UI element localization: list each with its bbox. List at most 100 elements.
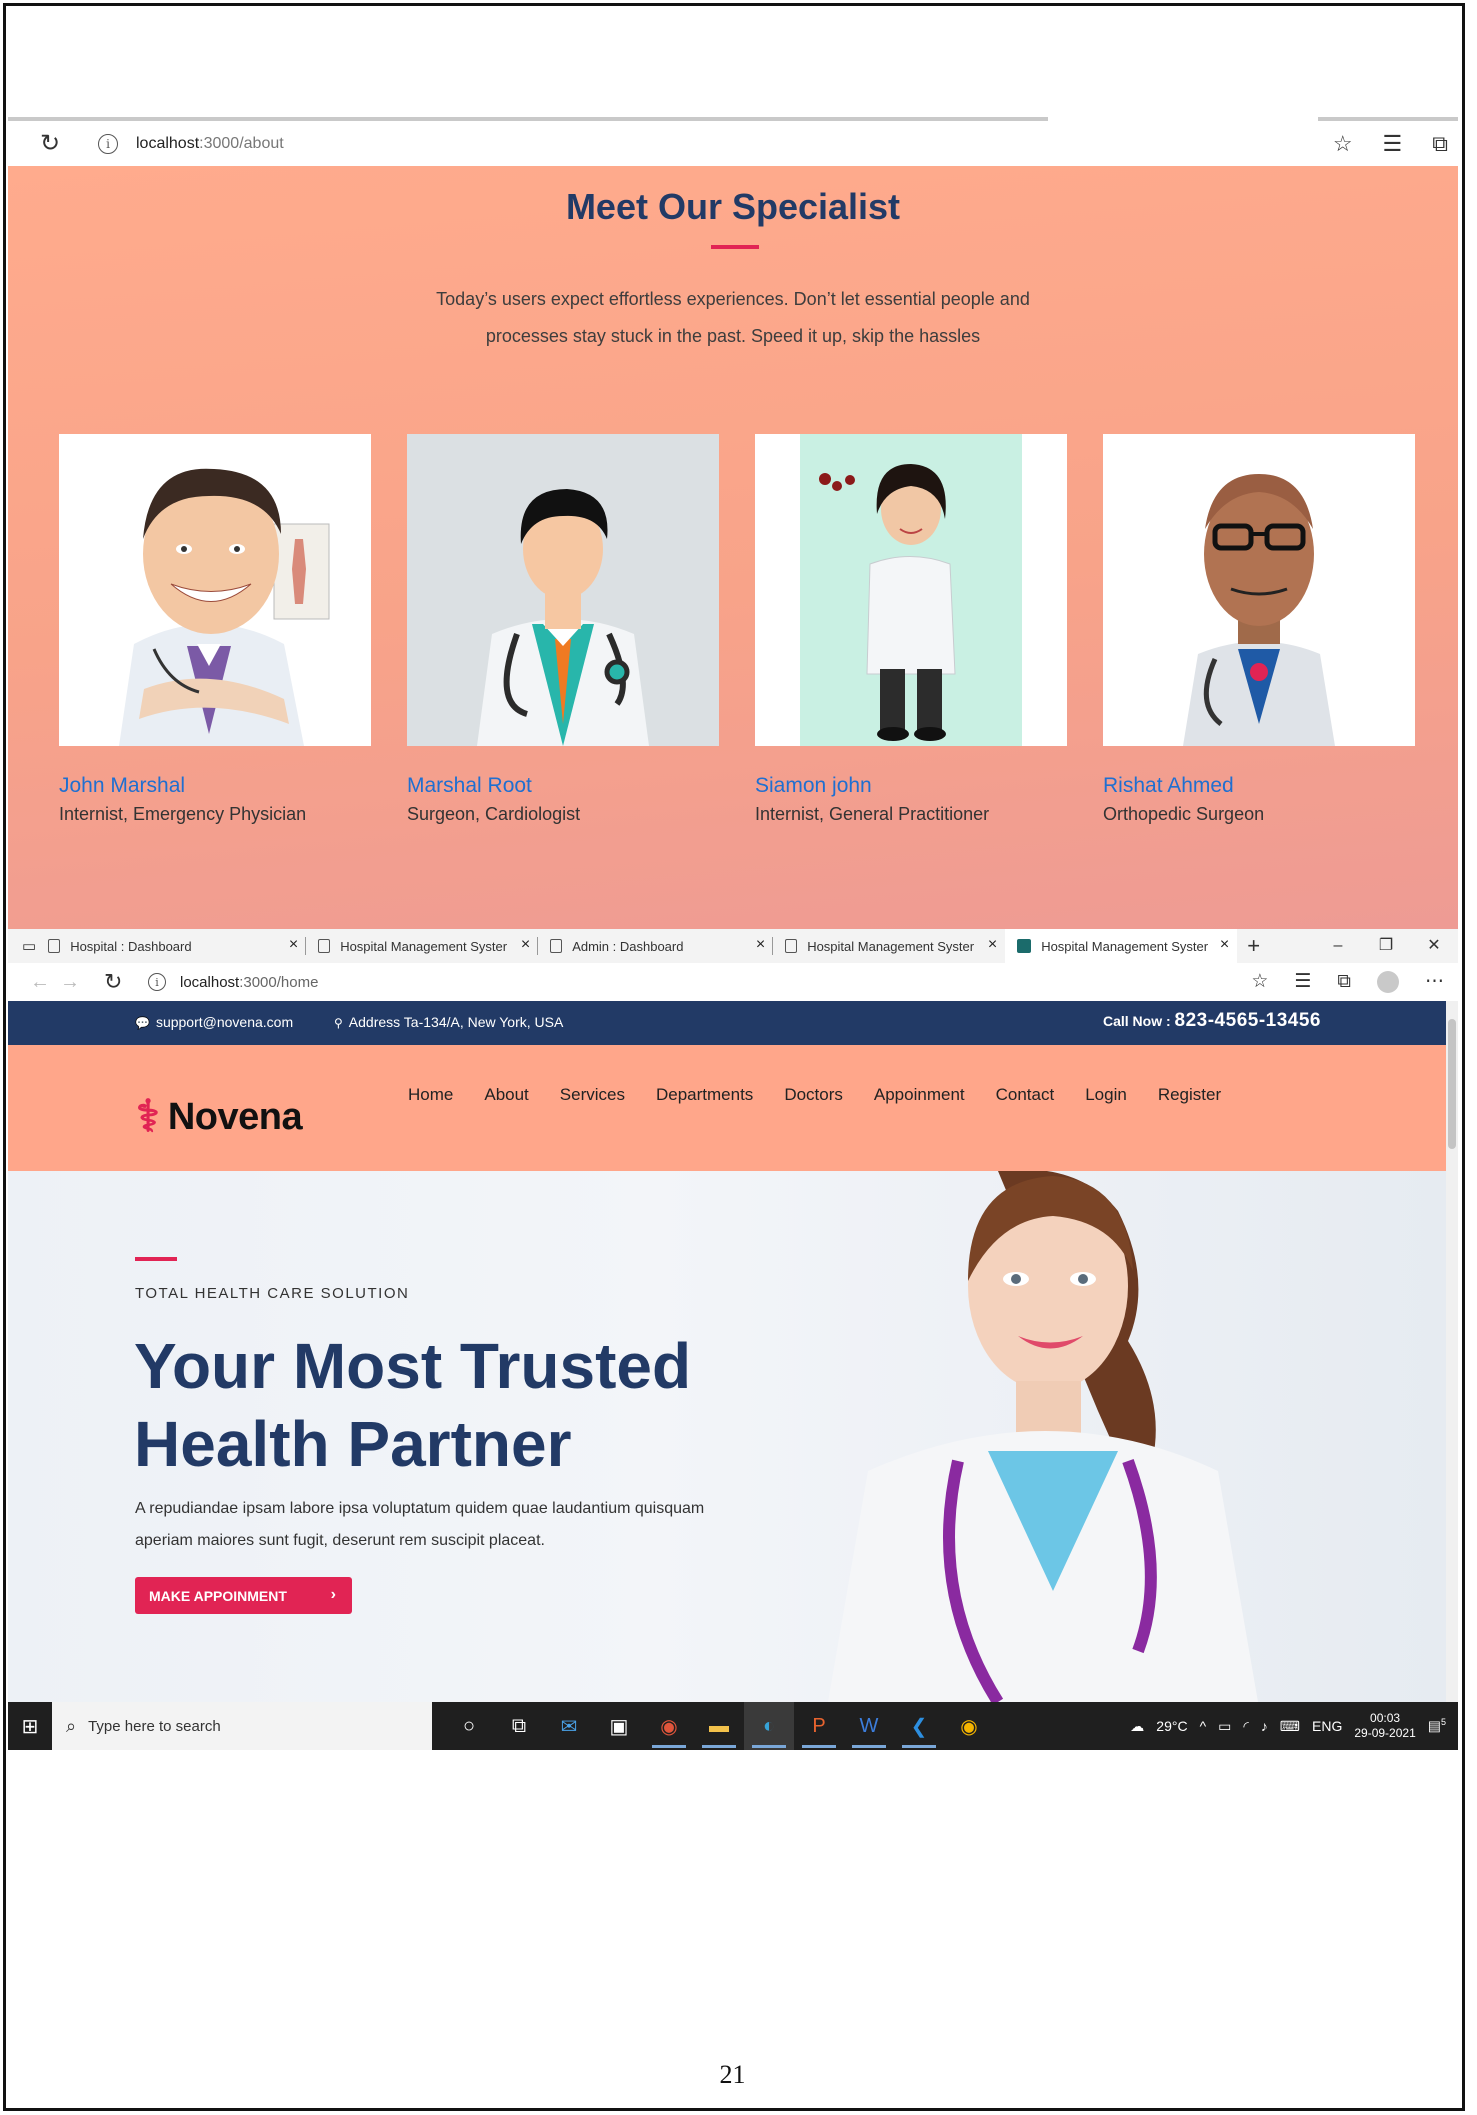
hero-heading: Your Most Trusted Health Partner (134, 1330, 692, 1480)
doctor-name[interactable]: Siamon john (755, 774, 1067, 798)
info-icon[interactable]: i (148, 973, 166, 991)
doctor-card[interactable]: Rishat Ahmed Orthopedic Surgeon (1103, 434, 1415, 825)
collections-icon[interactable]: ⧉ (1432, 131, 1448, 157)
language-indicator[interactable]: ENG (1312, 1718, 1342, 1734)
accent-bar (135, 1257, 177, 1261)
collections-icon[interactable]: ⧉ (1337, 971, 1351, 993)
word-icon[interactable]: W (844, 1702, 894, 1750)
home-page: 💬 support@novena.com ⚲ Address Ta-134/A, N… (8, 1001, 1446, 1702)
address-bar: ↻ i localhost:3000/about ☆ ☰ ⧉ (8, 121, 1458, 166)
tab-actions-icon[interactable]: ▭ (22, 937, 36, 955)
close-icon[interactable]: × (521, 936, 530, 954)
more-icon[interactable]: ⋯ (1425, 970, 1444, 993)
support-email[interactable]: 💬 support@novena.com (135, 1014, 293, 1030)
menu-doctors[interactable]: Doctors (784, 1085, 843, 1105)
forward-icon[interactable]: → (60, 971, 90, 994)
info-icon[interactable]: i (98, 133, 118, 154)
reload-icon[interactable]: ↻ (40, 129, 70, 158)
address-info: ⚲ Address Ta-134/A, New York, USA (334, 1014, 564, 1030)
site-header: ⚕ Novena Home About Services Departments… (8, 1045, 1446, 1171)
doctor-name[interactable]: John Marshal (59, 774, 371, 798)
tab-title: Hospital Management Syster (807, 938, 975, 954)
file-explorer-icon[interactable]: ▬ (694, 1702, 744, 1750)
caduceus-icon: ⚕ (136, 1092, 160, 1141)
favorites-icon[interactable]: ☰ (1294, 970, 1311, 993)
windows-taskbar: ⊞ ⌕ Type here to search ○ ⧉ ✉ ▣ ◉ ▬ ◐ P … (8, 1702, 1458, 1750)
brand-name: Novena (167, 1095, 303, 1138)
cortana-icon[interactable]: ○ (444, 1702, 494, 1750)
clock[interactable]: 00:03 29-09-2021 (1354, 1711, 1415, 1741)
taskbar-search[interactable]: ⌕ Type here to search (52, 1702, 432, 1750)
page-number: 21 (719, 2060, 746, 2089)
add-favorite-icon[interactable]: ☆ (1333, 131, 1353, 157)
menu-register[interactable]: Register (1158, 1085, 1221, 1105)
reload-icon[interactable]: ↻ (104, 969, 134, 995)
menu-home[interactable]: Home (408, 1085, 453, 1105)
menu-contact[interactable]: Contact (996, 1085, 1055, 1105)
call-now[interactable]: Call Now : 823-4565-13456 (1103, 1010, 1321, 1032)
make-appointment-button[interactable]: MAKE APPOINMENT › (135, 1577, 352, 1614)
doctor-name[interactable]: Marshal Root (407, 774, 719, 798)
back-icon[interactable]: ← (30, 971, 60, 994)
doctor-card[interactable]: Marshal Root Surgeon, Cardiologist (407, 434, 719, 825)
chevron-up-icon[interactable]: ^ (1200, 1718, 1207, 1734)
doctor-card[interactable]: Siamon john Internist, General Practitio… (755, 434, 1067, 825)
doctor-photo (59, 434, 371, 746)
browser-tab[interactable]: Admin : Dashboard × (538, 929, 774, 963)
menu-about[interactable]: About (484, 1085, 528, 1105)
windows-start-icon[interactable]: ⊞ (8, 1702, 52, 1750)
notification-icon[interactable]: ▤5 (1428, 1717, 1446, 1735)
battery-icon[interactable]: ▭ (1218, 1718, 1231, 1735)
add-favorite-icon[interactable]: ☆ (1251, 970, 1268, 993)
browser-tab[interactable]: Hospital Management Syster × (306, 929, 539, 963)
menu-services[interactable]: Services (560, 1085, 625, 1105)
edge-icon[interactable]: ◐ (744, 1702, 794, 1750)
doctor-photo (1103, 434, 1415, 746)
page-scrollbar[interactable] (1446, 1001, 1458, 1702)
chrome-icon-2[interactable]: ◉ (944, 1702, 994, 1750)
volume-icon[interactable]: ♪ (1261, 1718, 1268, 1734)
window-close-icon[interactable]: ✕ (1410, 929, 1458, 963)
keyboard-icon[interactable]: ⌨ (1280, 1718, 1300, 1735)
close-icon[interactable]: × (289, 936, 298, 954)
doctor-name[interactable]: Rishat Ahmed (1103, 774, 1415, 798)
browser-tab-active[interactable]: Hospital Management Syster × (1005, 929, 1238, 963)
wifi-icon[interactable]: ◜ (1243, 1718, 1248, 1735)
doctor-card[interactable]: John Marshal Internist, Emergency Physic… (59, 434, 371, 825)
favorites-icon[interactable]: ☰ (1383, 131, 1403, 157)
menu-appointment[interactable]: Appoinment (874, 1085, 965, 1105)
hero-doctor-image (828, 1171, 1258, 1702)
new-tab-icon[interactable]: + (1247, 933, 1260, 959)
menu-departments[interactable]: Departments (656, 1085, 753, 1105)
profile-avatar[interactable] (1377, 970, 1399, 993)
tab-title: Admin : Dashboard (572, 938, 684, 954)
brand-logo[interactable]: ⚕ Novena (136, 1092, 303, 1141)
browser-tab[interactable]: Hospital : Dashboard × (36, 929, 307, 963)
store-icon[interactable]: ▣ (594, 1702, 644, 1750)
search-icon: ⌕ (66, 1715, 77, 1736)
url-field[interactable]: localhost:3000/home (180, 974, 318, 991)
weather-temp[interactable]: 29°C (1156, 1718, 1187, 1734)
system-tray: ☁ 29°C ^ ▭ ◜ ♪ ⌨ ENG 00:03 29-09-2021 ▤5 (1130, 1702, 1458, 1750)
doctor-specialty: Surgeon, Cardiologist (407, 804, 581, 824)
close-icon[interactable]: × (988, 936, 997, 954)
page-icon (318, 939, 331, 953)
doctor-specialty: Orthopedic Surgeon (1103, 804, 1265, 824)
restore-icon[interactable]: ❐ (1362, 929, 1410, 963)
address-bar: ← → ↻ i localhost:3000/home ☆ ☰ ⧉ ⋯ (8, 963, 1458, 1001)
minimize-icon[interactable]: – (1314, 929, 1362, 963)
weather-icon[interactable]: ☁ (1130, 1718, 1144, 1735)
mail-icon[interactable]: ✉ (544, 1702, 594, 1750)
menu-login[interactable]: Login (1085, 1085, 1127, 1105)
close-icon[interactable]: × (1220, 936, 1229, 954)
powerpoint-icon[interactable]: P (794, 1702, 844, 1750)
tab-strip: ▭ Hospital : Dashboard × Hospital Manage… (8, 929, 1458, 963)
about-screenshot: ↻ i localhost:3000/about ☆ ☰ ⧉ Meet Our … (8, 117, 1458, 930)
close-icon[interactable]: × (756, 936, 765, 954)
browser-tab[interactable]: Hospital Management Syster × (773, 929, 1005, 963)
url-field[interactable]: localhost:3000/about (136, 135, 284, 153)
doctor-photo (755, 434, 1067, 746)
task-view-icon[interactable]: ⧉ (494, 1702, 544, 1750)
chrome-icon[interactable]: ◉ (644, 1702, 694, 1750)
vscode-icon[interactable]: ❮ (894, 1702, 944, 1750)
